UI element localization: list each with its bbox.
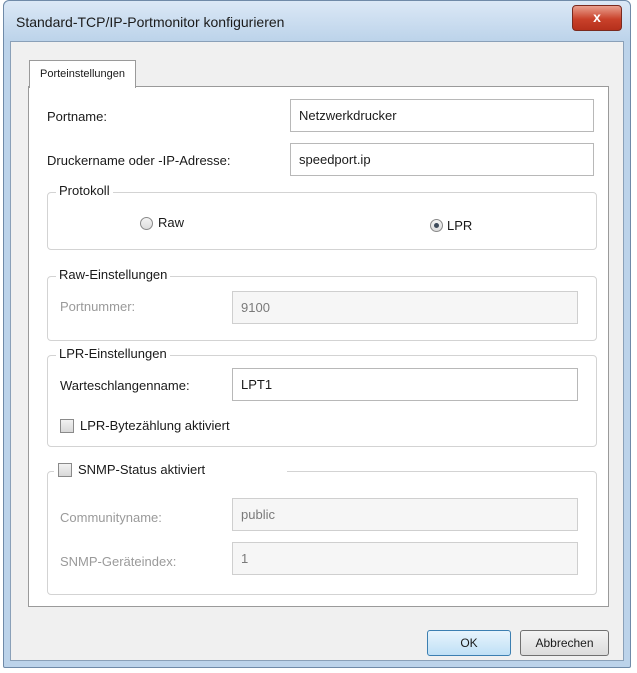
community-name-label: Communityname: (60, 510, 162, 525)
lpr-radio[interactable] (430, 219, 443, 232)
snmp-status-label[interactable]: SNMP-Status aktiviert (78, 462, 205, 477)
raw-radio[interactable] (140, 217, 153, 230)
lpr-settings-group: LPR-Einstellungen Warteschlangenname: LP… (47, 346, 597, 447)
port-number-input[interactable]: 9100 (232, 291, 578, 324)
snmp-device-index-label: SNMP-Geräteindex: (60, 554, 177, 569)
tab-panel: Portname: Netzwerkdrucker Druckername od… (28, 86, 609, 607)
protocol-legend: Protokoll (56, 183, 113, 198)
lpr-radio-label[interactable]: LPR (447, 218, 472, 233)
snmp-header: SNMP-Status aktiviert (54, 461, 287, 481)
lpr-bytecount-checkbox[interactable] (60, 419, 74, 433)
tab-porteinstellungen[interactable]: Porteinstellungen (29, 60, 137, 88)
port-name-label: Portname: (47, 109, 107, 124)
community-name-input[interactable]: public (232, 498, 578, 531)
port-name-input[interactable]: Netzwerkdrucker (290, 99, 594, 132)
dialog-window: Standard-TCP/IP-Portmonitor konfiguriere… (3, 0, 631, 668)
printer-address-input[interactable]: speedport.ip (290, 143, 594, 176)
lpr-settings-legend: LPR-Einstellungen (56, 346, 170, 361)
printer-address-label: Druckername oder -IP-Adresse: (47, 153, 231, 168)
close-icon: x (593, 9, 601, 25)
snmp-device-index-input[interactable]: 1 (232, 542, 578, 575)
ok-button[interactable]: OK (427, 630, 511, 656)
snmp-group: SNMP-Status aktiviert Communityname: pub… (47, 461, 597, 595)
lpr-bytecount-label[interactable]: LPR-Bytezählung aktiviert (80, 418, 230, 433)
cancel-button[interactable]: Abbrechen (520, 630, 609, 656)
dialog-client-area: Porteinstellungen Portname: Netzwerkdruc… (10, 41, 624, 661)
title-bar[interactable]: Standard-TCP/IP-Portmonitor konfiguriere… (4, 1, 630, 41)
protocol-group: Protokoll Raw LPR (47, 183, 597, 250)
snmp-status-checkbox[interactable] (58, 463, 72, 477)
raw-settings-legend: Raw-Einstellungen (56, 267, 171, 282)
raw-settings-group: Raw-Einstellungen Portnummer: 9100 (47, 267, 597, 341)
queue-name-label: Warteschlangenname: (60, 378, 190, 393)
close-button[interactable]: x (572, 5, 622, 31)
raw-radio-label[interactable]: Raw (158, 215, 184, 230)
window-title: Standard-TCP/IP-Portmonitor konfiguriere… (16, 14, 285, 30)
queue-name-input[interactable]: LPT1 (232, 368, 578, 401)
port-number-label: Portnummer: (60, 299, 136, 314)
